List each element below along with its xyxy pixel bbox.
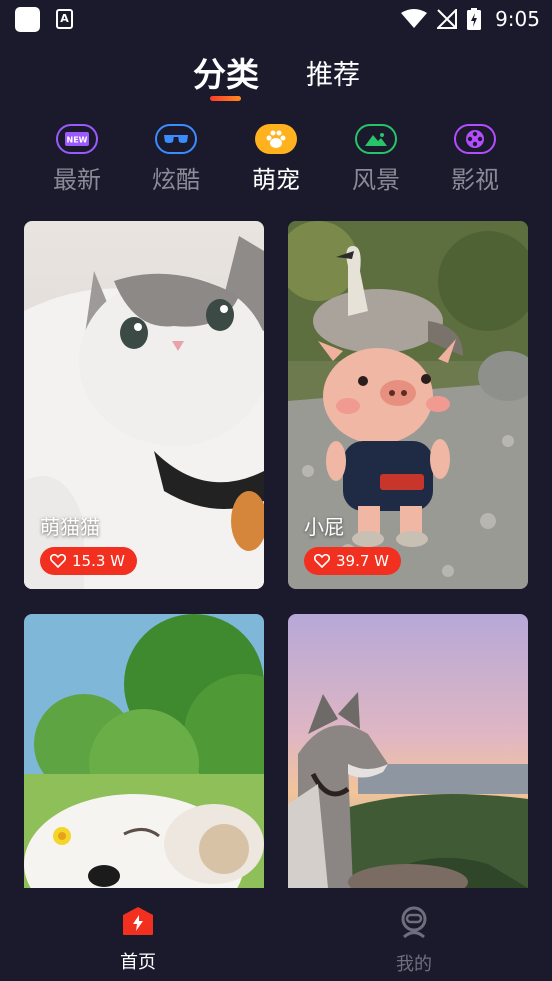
status-bar: A 9:05 (0, 0, 552, 38)
heart-icon (50, 554, 66, 568)
film-reel-icon (454, 124, 496, 154)
wallpaper-card[interactable]: 萌猫猫 15.3 W (24, 221, 264, 589)
wallpaper-card[interactable]: 小屁 39.7 W (288, 221, 528, 589)
new-badge-icon: NEW (56, 124, 98, 154)
battery-charging-icon (467, 8, 482, 30)
category-cool[interactable]: 炫酷 (136, 124, 216, 194)
bottom-nav-bar: 首页 我的 (0, 888, 552, 981)
category-label: 风景 (352, 166, 400, 194)
top-tab-bar: 分类 推荐 (0, 48, 552, 108)
wallpaper-card[interactable] (24, 614, 264, 888)
category-label: 最新 (53, 166, 101, 194)
keyboard-notification-icon: A (56, 9, 73, 29)
tab-category[interactable]: 分类 (193, 48, 259, 96)
nav-home[interactable]: 首页 (88, 906, 188, 974)
home-bolt-icon (123, 907, 153, 935)
tab-recommend[interactable]: 推荐 (306, 53, 360, 92)
nav-label: 首页 (120, 952, 156, 973)
mountain-icon (355, 124, 397, 154)
like-count: 39.7 W (336, 552, 389, 570)
husky-sunset-photo (288, 614, 528, 888)
category-film[interactable]: 影视 (435, 124, 515, 194)
clock: 9:05 (495, 7, 540, 31)
white-puppy-photo (24, 614, 264, 888)
like-count-badge[interactable]: 15.3 W (40, 547, 137, 575)
no-signal-icon (437, 9, 458, 29)
wifi-icon (401, 9, 428, 28)
category-label: 炫酷 (152, 166, 200, 194)
svg-text:NEW: NEW (67, 136, 88, 145)
category-newest[interactable]: NEW 最新 (37, 124, 117, 194)
active-tab-indicator (210, 96, 241, 101)
heart-icon (314, 554, 330, 568)
profile-icon (401, 906, 427, 939)
nav-profile[interactable]: 我的 (364, 906, 464, 976)
status-icons: 9:05 (401, 5, 540, 33)
category-label: 萌宠 (252, 166, 300, 194)
category-scenery[interactable]: 风景 (336, 124, 416, 194)
card-title: 小屁 (304, 515, 344, 539)
like-count: 15.3 W (72, 552, 125, 570)
card-title: 萌猫猫 (40, 515, 100, 539)
wallpaper-card[interactable] (288, 614, 528, 888)
paw-icon (255, 124, 297, 154)
nav-label: 我的 (396, 954, 432, 975)
app-notification-icon (15, 7, 40, 32)
sunglasses-icon (155, 124, 197, 154)
like-count-badge[interactable]: 39.7 W (304, 547, 401, 575)
category-pets[interactable]: 萌宠 (236, 124, 316, 194)
category-bar: NEW 最新 炫酷 萌宠 风景 影视 (0, 124, 552, 204)
category-label: 影视 (451, 166, 499, 194)
